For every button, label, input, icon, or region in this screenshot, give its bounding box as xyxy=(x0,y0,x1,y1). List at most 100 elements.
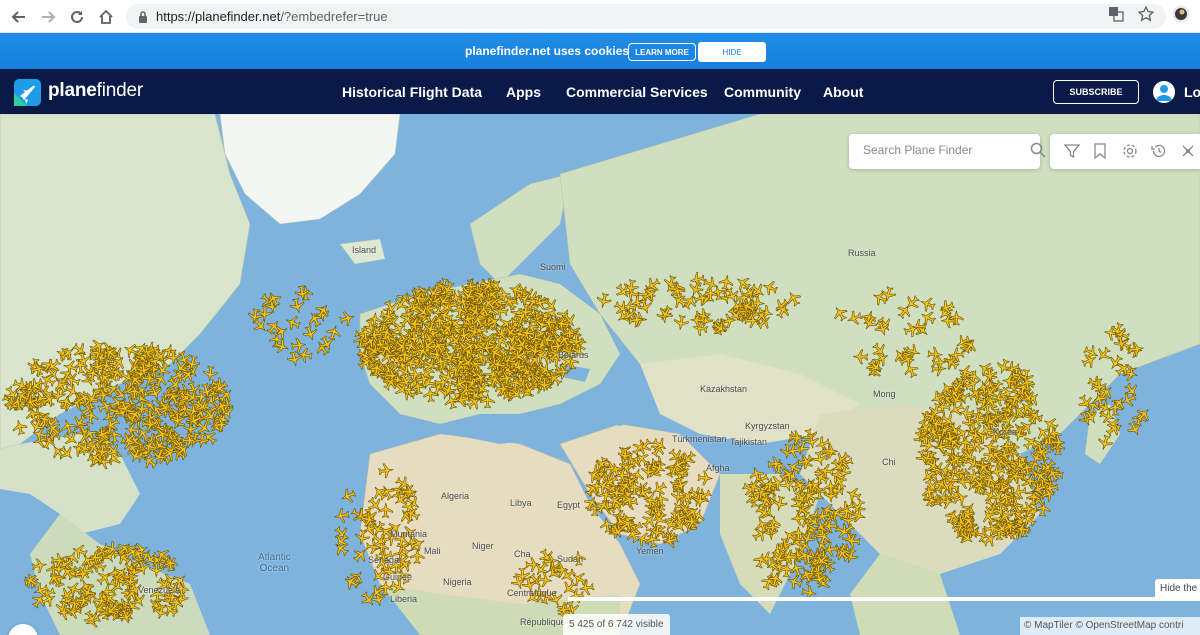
map-label-senegal: Sénégal xyxy=(368,555,402,565)
map-label-libya: Libya xyxy=(510,498,532,508)
history-icon[interactable] xyxy=(1151,143,1169,161)
lock-icon xyxy=(138,10,148,28)
aircraft-icon[interactable] xyxy=(286,350,303,368)
aircraft-icon[interactable] xyxy=(784,289,803,309)
search-input[interactable] xyxy=(863,143,1003,157)
aircraft-icon[interactable] xyxy=(788,430,804,446)
aircraft-icon[interactable] xyxy=(767,571,784,588)
aircraft-icon[interactable] xyxy=(957,363,975,380)
map-label-algeria: Algeria xyxy=(441,491,470,501)
map-label-mauritania: Muritania xyxy=(390,529,428,539)
planefinder-logo-icon[interactable] xyxy=(14,79,41,106)
aircraft-icon[interactable] xyxy=(918,295,937,314)
bookmark-star-icon[interactable] xyxy=(1137,5,1155,27)
3d-view-icon[interactable] xyxy=(1180,143,1198,161)
aircraft-icon[interactable] xyxy=(409,548,425,565)
aircraft-icon[interactable] xyxy=(748,465,766,483)
nav-apps[interactable]: Apps xyxy=(506,84,541,100)
cookie-message: planefinder.net uses cookies xyxy=(465,44,630,58)
reload-button[interactable] xyxy=(66,6,88,28)
map-label-kazakhstan: Kazakhstan xyxy=(700,384,748,394)
filter-icon[interactable] xyxy=(1064,143,1082,161)
aircraft-icon[interactable] xyxy=(939,493,955,509)
aircraft-icon[interactable] xyxy=(1128,341,1145,357)
aircraft-icon[interactable] xyxy=(70,340,90,360)
aircraft-icon[interactable] xyxy=(146,384,164,403)
aircraft-icon[interactable] xyxy=(1035,501,1051,517)
map-label-turkmenistan: Türkmenistan xyxy=(672,434,727,444)
aircraft-icon[interactable] xyxy=(901,360,920,379)
settings-gear-icon[interactable] xyxy=(1122,143,1140,161)
aircraft-icon[interactable] xyxy=(203,365,218,382)
address-bar[interactable]: https://planefinder.net/?embedrefer=true xyxy=(126,4,1166,29)
map-label-niger: Niger xyxy=(472,541,494,551)
map-label-venezuela: Venezuela xyxy=(138,585,181,595)
aircraft-icon[interactable] xyxy=(797,454,814,470)
visible-aircraft-count: 5 425 of 6 742 visible xyxy=(563,614,670,635)
aircraft-icon[interactable] xyxy=(325,323,343,341)
aircraft-icon[interactable] xyxy=(845,309,864,327)
user-avatar-icon[interactable] xyxy=(1153,81,1175,103)
hide-cookie-button[interactable]: HIDE xyxy=(698,42,766,62)
planefinder-logo-text[interactable]: planefinder xyxy=(48,80,143,102)
aircraft-icon[interactable] xyxy=(650,435,670,455)
aircraft-icon[interactable] xyxy=(1080,351,1099,370)
translate-icon[interactable] xyxy=(1108,6,1124,27)
profile-icon[interactable] xyxy=(1172,5,1190,28)
aircraft-icon[interactable] xyxy=(339,487,358,506)
login-link[interactable]: Lo xyxy=(1184,84,1200,100)
aircraft-icon[interactable] xyxy=(830,304,850,324)
aircraft-icon[interactable] xyxy=(578,580,595,596)
aircraft-icon[interactable] xyxy=(656,303,676,323)
map-label-korea: Korea xyxy=(993,427,1018,437)
back-button[interactable] xyxy=(8,6,30,28)
map-label-chad: Cha xyxy=(514,549,531,559)
aircraft-icon[interactable] xyxy=(595,292,612,309)
nav-about[interactable]: About xyxy=(823,84,863,100)
aircraft-icon[interactable] xyxy=(423,387,438,403)
aircraft-icon[interactable] xyxy=(27,357,43,375)
nav-community[interactable]: Community xyxy=(724,84,801,100)
nav-commercial-services[interactable]: Commercial Services xyxy=(566,84,708,100)
home-button[interactable] xyxy=(95,6,117,28)
bookmark-icon[interactable] xyxy=(1093,143,1111,161)
browser-toolbar: https://planefinder.net/?embedrefer=true xyxy=(0,0,1200,33)
flight-map[interactable]: Island Suomi Russia Belarus Kazakhstan T… xyxy=(0,114,1200,635)
subscribe-button[interactable]: SUBSCRIBE xyxy=(1053,80,1139,104)
url-text: https://planefinder.net/?embedrefer=true xyxy=(156,9,388,24)
arrow-right-icon xyxy=(42,11,56,23)
learn-more-button[interactable]: LEARN MORE xyxy=(628,43,696,61)
aircraft-icon[interactable] xyxy=(853,349,869,365)
aircraft-icon[interactable] xyxy=(11,418,28,436)
home-icon xyxy=(99,9,113,24)
aircraft-icon[interactable] xyxy=(753,516,772,535)
aircraft-icon[interactable] xyxy=(378,462,395,479)
aircraft-icon[interactable] xyxy=(918,308,937,327)
aircraft-icon[interactable] xyxy=(1125,419,1144,438)
aircraft-icon[interactable] xyxy=(301,324,319,342)
aircraft-icon[interactable] xyxy=(804,433,820,450)
aircraft-icon[interactable] xyxy=(31,557,48,574)
aircraft-icon[interactable] xyxy=(673,314,689,331)
aircraft-icon[interactable] xyxy=(1096,434,1114,452)
aircraft-icon[interactable] xyxy=(870,340,890,360)
aircraft-icon[interactable] xyxy=(761,279,780,297)
map-attribution[interactable]: © MapTiler © OpenStreetMap contri xyxy=(1020,617,1200,635)
aircraft-icon[interactable] xyxy=(1134,405,1154,425)
map-label-kyrgyzstan: Kyrgyzstan xyxy=(745,421,790,431)
map-label-mali: Mali xyxy=(424,546,441,556)
aircraft-layer[interactable] xyxy=(0,114,1200,635)
map-toolbar xyxy=(1050,134,1200,169)
aircraft-icon[interactable] xyxy=(948,310,964,326)
aircraft-icon[interactable] xyxy=(378,502,393,518)
aircraft-icon[interactable] xyxy=(767,456,783,472)
aircraft-icon[interactable] xyxy=(333,508,350,524)
aircraft-icon[interactable] xyxy=(338,310,356,327)
map-label-liberia: Liberia xyxy=(390,594,418,604)
aircraft-icon[interactable] xyxy=(21,571,41,591)
map-label-tajikistan: Tajikistan xyxy=(730,437,768,447)
forward-button[interactable] xyxy=(37,6,59,28)
aircraft-icon[interactable] xyxy=(912,320,932,340)
hide-panel-tab[interactable]: Hide the xyxy=(1155,579,1200,599)
nav-historical-flight-data[interactable]: Historical Flight Data xyxy=(342,84,482,100)
